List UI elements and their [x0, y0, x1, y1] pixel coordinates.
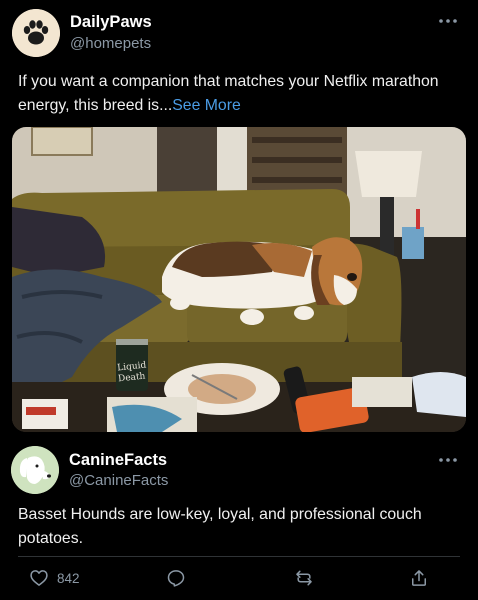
- repost-icon: [296, 570, 312, 586]
- post-dailypaws: DailyPaws @homepets If you want a compan…: [0, 0, 478, 440]
- share-icon: [412, 570, 426, 586]
- post-caninefacts: CanineFacts @CanineFacts Basset Hounds a…: [0, 440, 478, 600]
- basset-hound-on-couch-image: Liquid Death: [12, 127, 466, 432]
- avatar[interactable]: [11, 446, 59, 494]
- paw-icon: [12, 9, 60, 57]
- share-button[interactable]: [409, 568, 429, 588]
- author-handle[interactable]: @homepets: [70, 35, 151, 52]
- more-icon[interactable]: [438, 11, 458, 29]
- post-text: If you want a companion that matches you…: [18, 70, 458, 118]
- action-bar: 842: [0, 564, 478, 596]
- author-name[interactable]: CanineFacts: [69, 451, 167, 470]
- avatar[interactable]: [12, 9, 60, 57]
- reply-icon: [167, 570, 185, 587]
- post-image[interactable]: Liquid Death: [12, 127, 466, 432]
- more-icon[interactable]: [438, 450, 458, 468]
- like-button[interactable]: 842: [29, 568, 80, 588]
- like-count: 842: [57, 570, 80, 586]
- dog-icon: [11, 446, 59, 494]
- divider: [18, 556, 460, 557]
- author-handle[interactable]: @CanineFacts: [69, 472, 168, 489]
- heart-icon: [30, 570, 48, 586]
- reply-button[interactable]: [166, 568, 186, 588]
- post-text: Basset Hounds are low-key, loyal, and pr…: [18, 506, 422, 547]
- see-more-link[interactable]: See More: [172, 97, 241, 114]
- author-name[interactable]: DailyPaws: [70, 13, 152, 32]
- repost-button[interactable]: [294, 568, 314, 588]
